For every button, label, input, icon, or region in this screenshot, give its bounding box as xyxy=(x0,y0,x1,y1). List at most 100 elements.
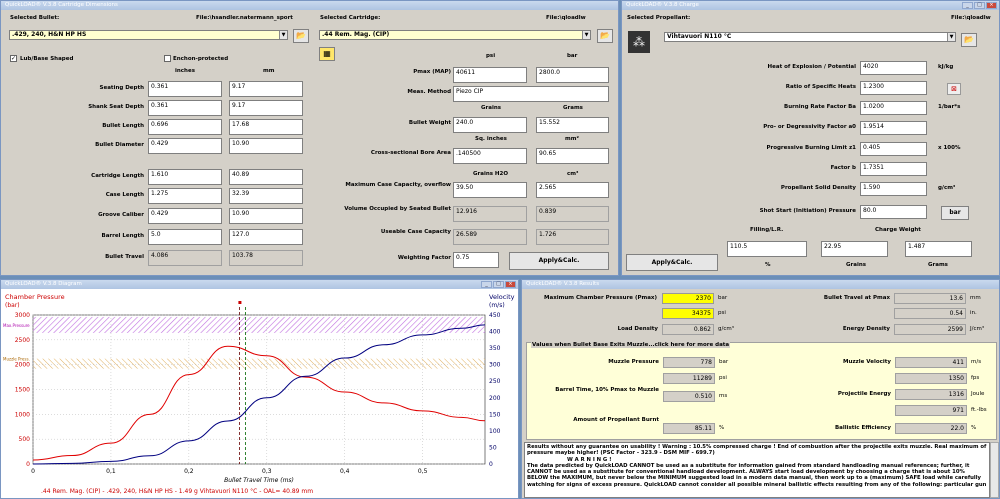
open-bullet-folder-button[interactable]: 📂 xyxy=(293,29,309,43)
open-propellant-folder-button[interactable]: 📂 xyxy=(961,33,977,47)
charge-param-field[interactable]: 1.0200 xyxy=(860,101,927,115)
bar-unit-button[interactable]: bar xyxy=(941,206,969,220)
charge-title: QuickLOAD® V.3.8 Charge xyxy=(626,2,699,8)
right-tick-label: 350 xyxy=(489,345,501,352)
chart-footer: .44 Rem. Mag. (CIP) - .429, 240, H&N HP … xyxy=(41,488,313,495)
filling-label: Filling/L.R. xyxy=(750,227,784,233)
dim-label: Bullet Travel xyxy=(105,254,144,260)
col-bar: bar xyxy=(567,53,578,59)
dim-mm-field[interactable]: 32.39 xyxy=(229,188,303,204)
max-case-capacity-cm3-field[interactable]: 2.565 xyxy=(536,182,609,198)
dim-inches-field[interactable]: 0.429 xyxy=(148,208,222,224)
dim-inches-field[interactable]: 1.610 xyxy=(148,169,222,185)
charge-param-field[interactable]: 80.0 xyxy=(860,205,927,219)
bt-mm-value: 13.6 xyxy=(894,293,966,304)
max-case-capacity-label: Maximum Case Capacity, overflow xyxy=(345,182,451,188)
chevron-down-icon[interactable]: ▼ xyxy=(947,33,955,41)
open-cartridge-folder-button[interactable]: 📂 xyxy=(597,29,613,43)
calculator-icon[interactable]: ⊠ xyxy=(947,83,961,95)
barrel-time-label: Barrel Time, 10% Pmax to Muzzle xyxy=(555,387,659,393)
weighting-factor-label: Weighting Factor xyxy=(397,255,451,261)
cartridge-titlebar: QuickLOAD® V.3.8 Cartridge Dimensions xyxy=(1,1,618,10)
bullet-weight-grains-field[interactable]: 240.0 xyxy=(453,117,527,133)
ballistic-efficiency-label: Ballistic Efficiency xyxy=(834,425,891,431)
charge-window-controls: _ □ × xyxy=(962,2,997,9)
dim-inches-field[interactable]: 5.0 xyxy=(148,229,222,245)
x-tick-label: 0,4 xyxy=(340,468,350,475)
mcp-psi-unit: psi xyxy=(718,310,726,316)
mcp-bar-unit: bar xyxy=(718,295,728,301)
charge-param-label: Heat of Explosion / Potential xyxy=(767,64,856,70)
charge-grains-field[interactable]: 22.95 xyxy=(821,241,888,257)
bullet-weight-grams-field[interactable]: 15.552 xyxy=(536,117,609,133)
muzzle-velocity-label: Muzzle Velocity xyxy=(842,359,891,365)
meas-method-field[interactable]: Piezo CIP xyxy=(453,86,609,102)
col-mm: mm xyxy=(263,68,275,74)
dim-inches-field[interactable]: 0.696 xyxy=(148,119,222,135)
muzzle-values-panel[interactable]: Values when Bullet Base Exits Muzzle...c… xyxy=(526,342,997,440)
dim-mm-field[interactable]: 17.68 xyxy=(229,119,303,135)
charge-param-field[interactable]: 1.9514 xyxy=(860,121,927,135)
close-icon[interactable]: × xyxy=(986,2,997,9)
max-case-capacity-grains-field[interactable]: 39.50 xyxy=(453,182,527,198)
muzzle-pressure-label: Muzzle Pressure xyxy=(608,359,659,365)
energy-density-value: 2599 xyxy=(894,324,966,335)
charge-param-field[interactable]: 1.2300 xyxy=(860,81,927,95)
dim-inches-field[interactable]: 0.429 xyxy=(148,138,222,154)
pe-joule-unit: Joule xyxy=(971,391,985,397)
charge-param-field[interactable]: 0.405 xyxy=(860,142,927,156)
load-density-value: 0.862 xyxy=(662,324,714,335)
dim-label: Bullet Length xyxy=(102,123,144,129)
cartridge-select[interactable]: .44 Rem. Mag. (CIP) ▼ xyxy=(319,30,591,40)
message-scrollbar[interactable] xyxy=(990,442,999,498)
results-window: QuickLOAD® V.3.8 Results Maximum Chamber… xyxy=(521,279,1000,499)
charge-param-field[interactable]: 1.590 xyxy=(860,182,927,196)
minimize-icon[interactable]: _ xyxy=(481,281,492,288)
message-line: BELOW the MAXIMUM, but never below the M… xyxy=(527,475,981,482)
dim-mm-field[interactable]: 9.17 xyxy=(229,100,303,116)
bullet-travel-pmax-label: Bullet Travel at Pmax xyxy=(823,295,890,301)
dim-inches-field[interactable]: 1.275 xyxy=(148,188,222,204)
minimize-icon[interactable]: _ xyxy=(962,2,973,9)
dim-inches-field[interactable]: 0.361 xyxy=(148,81,222,97)
charge-param-label: Burning Rate Factor Ba xyxy=(784,104,856,110)
charge-apply-button[interactable]: Apply&Calc. xyxy=(626,254,718,271)
maximize-icon[interactable]: □ xyxy=(974,2,985,9)
maximize-icon[interactable]: □ xyxy=(493,281,504,288)
close-icon[interactable]: × xyxy=(505,281,516,288)
bullet-select[interactable]: .429, 240, H&N HP HS ▼ xyxy=(9,30,288,40)
charge-param-field[interactable]: 4020 xyxy=(860,61,927,75)
dim-mm-field[interactable]: 40.89 xyxy=(229,169,303,185)
chevron-down-icon[interactable]: ▼ xyxy=(279,31,287,39)
selected-cartridge-label: Selected Cartridge: xyxy=(320,15,381,21)
bore-area-in-field[interactable]: .140500 xyxy=(453,148,527,164)
cartridge-icon-button[interactable]: ▦ xyxy=(319,47,335,61)
dim-mm-field[interactable]: 9.17 xyxy=(229,81,303,97)
cartridge-apply-button[interactable]: Apply&Calc. xyxy=(509,252,609,270)
warning-message-box[interactable]: Results without any guarantee on usabili… xyxy=(524,442,990,498)
propellant-icon[interactable]: ⁂ xyxy=(628,31,650,53)
pmax-psi-field[interactable]: 40611 xyxy=(453,67,527,83)
weighting-factor-field[interactable]: 0.75 xyxy=(453,252,499,268)
dim-mm-field[interactable]: 10.90 xyxy=(229,138,303,154)
muzzle-pressure-label: Muzzle Press. xyxy=(3,357,30,362)
bore-area-mm-field[interactable]: 90.65 xyxy=(536,148,609,164)
dim-inches-field[interactable]: 0.361 xyxy=(148,100,222,116)
chevron-down-icon[interactable]: ▼ xyxy=(582,31,590,39)
charge-grams-field[interactable]: 1.487 xyxy=(905,241,972,257)
muzzle-panel-label[interactable]: Values when Bullet Base Exits Muzzle...c… xyxy=(531,342,731,348)
charge-param-unit: g/cm³ xyxy=(938,185,956,191)
pmax-bar-field[interactable]: 2800.0 xyxy=(536,67,609,83)
charge-param-field[interactable]: 1.7351 xyxy=(860,162,927,176)
charge-titlebar: QuickLOAD® V.3.8 Charge _ □ × xyxy=(622,1,999,10)
lub-checkbox[interactable]: ✓ xyxy=(10,55,17,62)
dim-label: Cartridge Length xyxy=(91,173,144,179)
propellant-burnt-label: Amount of Propellant Burnt xyxy=(573,417,659,423)
dim-mm-field[interactable]: 127.0 xyxy=(229,229,303,245)
dim-mm-field[interactable]: 10.90 xyxy=(229,208,303,224)
diagram-titlebar: QuickLOAD® V.3.8 Diagram _ □ × xyxy=(1,280,518,289)
barrel-time-unit: ms xyxy=(719,393,728,399)
enchon-checkbox[interactable] xyxy=(164,55,171,62)
filling-field[interactable]: 110.5 xyxy=(727,241,807,257)
propellant-select[interactable]: Vihtavuori N110 °C ▼ xyxy=(664,32,956,42)
